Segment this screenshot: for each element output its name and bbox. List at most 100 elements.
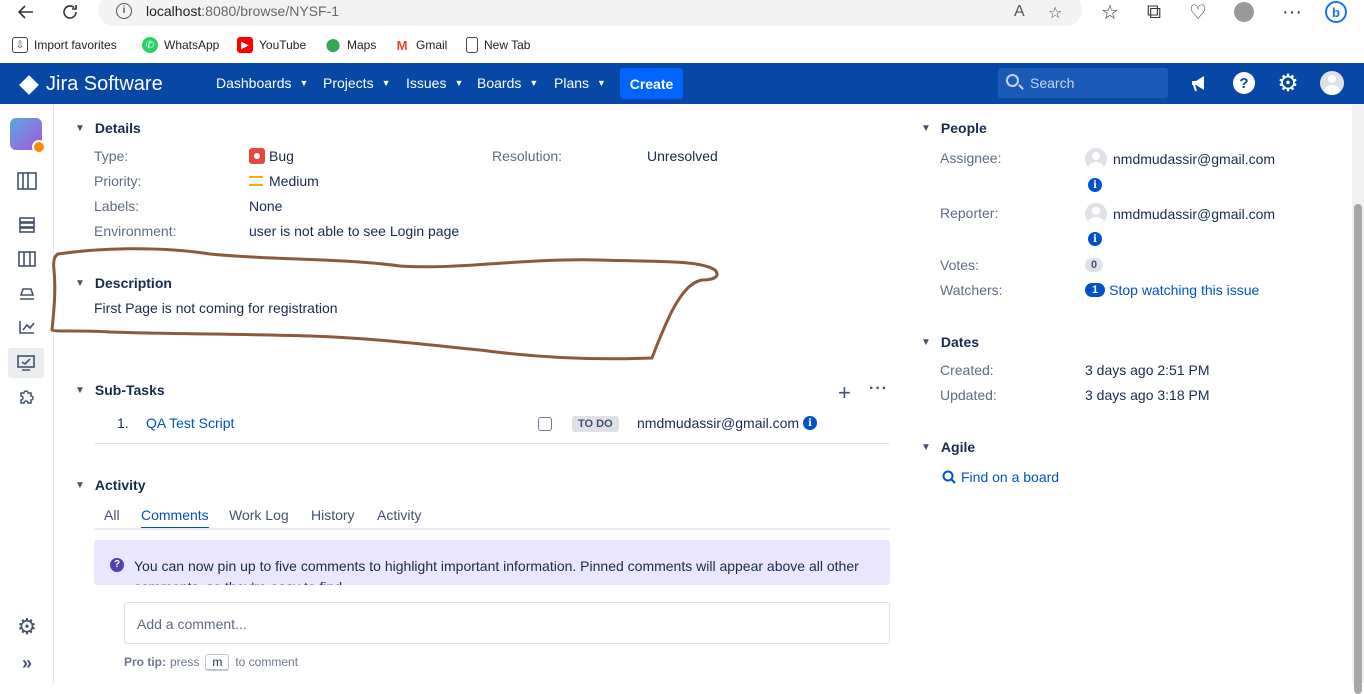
avatar	[1085, 148, 1107, 170]
status-badge[interactable]: TO DO	[572, 416, 619, 432]
browser-essentials-icon[interactable]: ♡	[1186, 0, 1210, 24]
subtask-assignee: nmdmudassir@gmail.com i	[637, 415, 818, 431]
browser-chrome: i localhost:8080/browse/NYSF-1 A ☆ ☆ ⧉ ♡…	[0, 0, 1364, 63]
votes-value[interactable]: 0	[1085, 258, 1104, 272]
maps-icon: ⬤	[325, 37, 341, 52]
site-info-icon[interactable]: i	[116, 3, 132, 19]
chevron-down-icon: ▼	[529, 78, 539, 88]
refresh-icon[interactable]	[58, 0, 82, 24]
subtasks-section-title[interactable]: ▼ Sub-Tasks	[75, 382, 165, 398]
tab-comments[interactable]: Comments	[141, 507, 209, 529]
bookmark-new-tab[interactable]: New Tab	[466, 36, 530, 54]
add-favorite-icon[interactable]: ☆	[1048, 3, 1062, 23]
details-section-title[interactable]: ▼ Details	[75, 120, 141, 136]
read-aloud-icon[interactable]: A	[1014, 3, 1025, 21]
bookmark-youtube[interactable]: ▶ YouTube	[237, 36, 306, 54]
bookmark-gmail[interactable]: M Gmail	[394, 36, 448, 54]
watchers-count: 1	[1085, 283, 1106, 297]
profile-icon[interactable]	[1232, 0, 1256, 24]
gmail-icon: M	[396, 37, 408, 53]
priority-value: Medium	[249, 173, 319, 189]
copilot-icon[interactable]: b	[1324, 0, 1348, 24]
assignee-label: Assignee:	[940, 150, 1002, 166]
board-icon[interactable]	[16, 248, 38, 270]
scrollbar-thumb[interactable]	[1354, 204, 1362, 694]
subtask-type-icon	[538, 417, 552, 431]
watchers-label: Watchers:	[940, 282, 1003, 298]
tabs-divider	[94, 528, 890, 530]
settings-gear-icon[interactable]: ⚙	[16, 614, 38, 639]
nav-dashboards[interactable]: Dashboards ▼	[216, 75, 308, 91]
project-avatar[interactable]	[10, 118, 46, 154]
bookmark-import-favorites[interactable]: ⇩ Import favorites	[12, 36, 117, 54]
bug-icon	[249, 148, 265, 164]
bookmark-label: Import favorites	[34, 38, 117, 52]
divider	[94, 443, 890, 444]
find-on-board-link[interactable]: Find on a board	[942, 469, 1059, 485]
pro-tip: Pro tip: press m to comment	[124, 654, 299, 670]
chevron-down-icon: ▼	[597, 78, 606, 88]
puzzle-icon[interactable]	[16, 386, 38, 408]
avatar	[1085, 203, 1107, 225]
jira-logo[interactable]: Jira Software	[18, 73, 163, 96]
people-section-title[interactable]: ▼ People	[921, 120, 987, 136]
info-icon[interactable]: i	[1088, 232, 1102, 246]
more-icon[interactable]: ···	[1280, 0, 1304, 24]
issues-nav-icon[interactable]	[8, 348, 44, 378]
backlog-icon[interactable]	[16, 170, 38, 192]
tab-activity[interactable]: Activity	[377, 507, 421, 523]
youtube-icon: ▶	[237, 37, 253, 53]
dates-section-title[interactable]: ▼ Dates	[921, 334, 979, 350]
help-icon[interactable]: ?	[1232, 71, 1256, 95]
tab-history[interactable]: History	[311, 507, 355, 523]
create-button[interactable]: Create	[620, 68, 683, 99]
search-icon	[942, 470, 956, 484]
add-comment-field[interactable]: Add a comment...	[124, 602, 890, 644]
favorites-icon[interactable]: ☆	[1098, 0, 1122, 24]
stack-icon[interactable]	[16, 214, 38, 236]
page-scrollbar[interactable]	[1352, 104, 1364, 694]
chevron-down-icon: ▼	[381, 78, 391, 88]
search-input[interactable]: Search	[998, 68, 1168, 98]
jira-top-nav: Jira Software Dashboards ▼ Projects ▼ Issu…	[0, 63, 1364, 104]
updated-label: Updated:	[940, 387, 997, 403]
chevron-down-icon: ▼	[75, 384, 85, 396]
url-text[interactable]: localhost:8080/browse/NYSF-1	[146, 3, 339, 19]
type-label: Type:	[94, 148, 129, 164]
nav-plans[interactable]: Plans ▼	[554, 75, 606, 91]
more-actions-icon[interactable]: ···	[869, 380, 888, 398]
collections-icon[interactable]: ⧉	[1142, 0, 1166, 24]
gear-icon[interactable]: ⚙	[1276, 70, 1300, 97]
bookmark-maps[interactable]: ⬤ Maps	[325, 36, 377, 54]
bookmark-whatsapp[interactable]: ✆ WhatsApp	[142, 36, 219, 54]
assignee-value[interactable]: nmdmudassir@gmail.com	[1085, 148, 1275, 170]
agile-section-title[interactable]: ▼ Agile	[921, 439, 975, 455]
back-arrow-icon[interactable]	[14, 0, 38, 24]
updated-value: 3 days ago 3:18 PM	[1085, 387, 1210, 403]
nav-projects[interactable]: Projects ▼	[323, 75, 391, 91]
info-icon[interactable]: i	[803, 416, 818, 430]
notifications-icon[interactable]	[1188, 71, 1212, 95]
import-icon: ⇩	[12, 37, 28, 53]
nav-issues[interactable]: Issues ▼	[406, 75, 463, 91]
watchers-value[interactable]: 1 Stop watching this issue	[1085, 282, 1259, 298]
created-label: Created:	[940, 362, 994, 378]
nav-boards[interactable]: Boards ▼	[477, 75, 538, 91]
search-icon	[1006, 74, 1019, 87]
bookmark-label: Maps	[347, 38, 377, 52]
activity-section-title[interactable]: ▼ Activity	[75, 477, 145, 493]
subtask-link[interactable]: QA Test Script	[146, 415, 234, 431]
priority-label: Priority:	[94, 173, 142, 189]
info-icon[interactable]: i	[1088, 178, 1102, 192]
created-value: 3 days ago 2:51 PM	[1085, 362, 1210, 378]
expand-sidebar-icon[interactable]: »	[16, 652, 38, 674]
user-avatar[interactable]	[1320, 71, 1344, 95]
tab-all[interactable]: All	[104, 507, 120, 523]
reports-icon[interactable]	[16, 316, 38, 338]
reporter-value[interactable]: nmdmudassir@gmail.com	[1085, 203, 1275, 225]
releases-icon[interactable]	[16, 282, 38, 304]
address-bar[interactable]: i localhost:8080/browse/NYSF-1 A ☆	[98, 0, 1082, 26]
tab-work-log[interactable]: Work Log	[229, 507, 289, 523]
add-subtask-icon[interactable]: +	[838, 380, 851, 406]
chevron-down-icon: ▼	[921, 441, 931, 453]
